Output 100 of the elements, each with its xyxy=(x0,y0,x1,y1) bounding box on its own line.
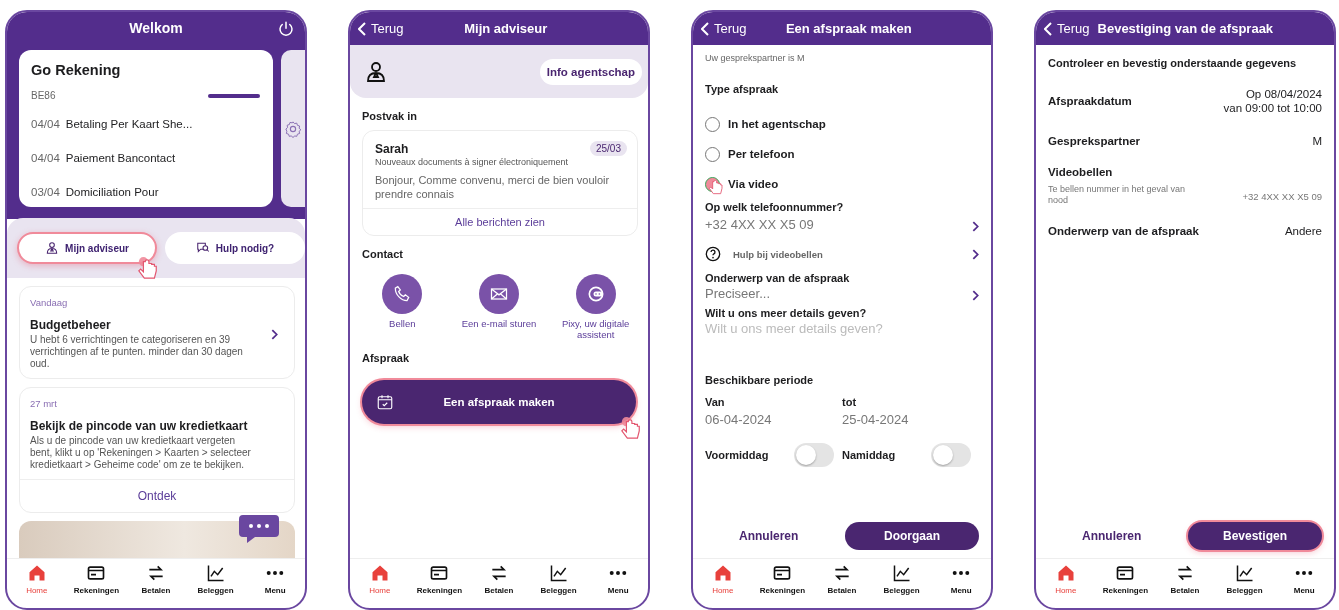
toggle-switch[interactable] xyxy=(794,443,834,467)
cancel-button[interactable]: Annuleren xyxy=(735,525,803,547)
transfer-arrows-icon xyxy=(832,563,852,583)
all-messages-link[interactable]: Alle berichten zien xyxy=(363,207,637,235)
contact-label: Een e-mail sturen xyxy=(461,317,537,329)
tab-bar-item[interactable]: Rekeningen xyxy=(66,563,127,608)
transaction-description: Betaling Per Kaart She... xyxy=(65,118,193,130)
tab-bar-item[interactable]: Rekeningen xyxy=(1095,563,1156,608)
detail-label: Gesprekspartner xyxy=(1048,134,1141,147)
robot-face-icon xyxy=(575,273,616,314)
tab-bar-item[interactable]: Beleggen xyxy=(871,563,932,608)
detail-value: Andere xyxy=(1284,223,1322,239)
contact-label: Bellen xyxy=(389,317,416,329)
radio-option[interactable]: In het agentschap xyxy=(705,111,979,137)
details-field[interactable]: Wilt u ons meer details geven? xyxy=(705,321,935,336)
card-icon xyxy=(1115,563,1136,583)
tab-bar-item[interactable]: Home xyxy=(1036,563,1096,608)
tab-bar-item[interactable]: Betalen xyxy=(469,563,529,608)
transfer-arrows-icon xyxy=(489,563,509,583)
field-label: Onderwerp van de afspraak xyxy=(705,272,851,284)
confirm-button[interactable]: Bevestigen xyxy=(1188,522,1322,550)
chat-bubble-icon xyxy=(239,513,279,543)
toggle-label: Voormiddag xyxy=(705,449,769,461)
tab-bar-item[interactable]: Beleggen xyxy=(1214,563,1275,608)
account-card[interactable]: Go Rekening BE86 04/04 Betaling Per Kaart She... 04/04 Paiement Bancontact 03/04 Domiciliation Pour xyxy=(19,50,273,207)
radio-option[interactable]: Via video xyxy=(705,171,979,197)
message-sender: Sarah xyxy=(375,141,409,156)
date-field[interactable]: tot 25-04-2024 xyxy=(842,396,979,427)
subject-field[interactable]: Preciseer... xyxy=(705,286,935,301)
contact-action[interactable]: Pixy, uw digitale assistent xyxy=(550,273,641,341)
tab-bar-item[interactable]: Menu xyxy=(1274,563,1334,608)
detail-label: Onderwerp van de afspraak xyxy=(1048,224,1199,237)
notification-card[interactable]: 27 mrt Bekijk de pincode van uw kredietkaart Als u de pincode van uw kredietkaart vergeten bent, klikt u op 'Rekeningen > Kaarten > selecteer kredietkaart > Geheime code' om ze te bekijken. Ontdek xyxy=(19,387,295,513)
notification-card[interactable]: Vandaag Budgetbeheer U hebt 6 verrichtingen te categoriseren en 39 verrichtingen af te punten. minder dan 30 dagen oud. xyxy=(19,286,295,379)
section-heading: Postvak in xyxy=(362,110,419,122)
envelope-icon xyxy=(479,273,519,314)
discover-link[interactable]: Ontdek xyxy=(20,479,294,512)
person-icon xyxy=(364,59,388,84)
continue-button[interactable]: Doorgaan xyxy=(845,522,979,550)
detail-note: Te bellen nummer in het geval van nood xyxy=(1048,184,1187,206)
agency-info-button[interactable]: Info agentschap xyxy=(539,58,642,85)
contact-action[interactable]: Bellen xyxy=(357,273,448,341)
screen-title: Bevestiging van de afspraak xyxy=(1096,21,1275,36)
line-chart-icon xyxy=(205,563,226,583)
transaction-date: 03/04 xyxy=(31,186,60,198)
card-icon xyxy=(86,563,107,583)
tab-bar-item[interactable]: Beleggen xyxy=(185,563,246,608)
line-chart-icon xyxy=(548,563,569,583)
hand-pointer-icon xyxy=(708,177,724,197)
card-text: Als u de pincode van uw kredietkaart vergeten bent, klikt u op 'Rekeningen > Kaarten > selecteer kredietkaart > Geheime code' om ze te bekijken. xyxy=(30,435,252,471)
contact-label: Pixy, uw digitale assistent xyxy=(560,317,631,341)
detail-value: M xyxy=(1312,133,1322,149)
card-icon xyxy=(429,563,450,583)
card-icon xyxy=(772,563,793,583)
detail-value: +32 4XX XX X5 09 xyxy=(1242,191,1322,203)
video-help-link[interactable]: Hulp bij videobellen xyxy=(705,246,979,262)
partner-note: Uw gesprekspartner is M xyxy=(705,53,806,63)
cancel-button[interactable]: Annuleren xyxy=(1078,525,1146,547)
quick-action-button[interactable]: Hulp nodig? xyxy=(165,232,305,264)
back-button[interactable]: Terug xyxy=(350,21,404,36)
calendar-icon xyxy=(376,393,394,412)
section-heading: Type afspraak xyxy=(705,83,780,95)
back-button[interactable]: Terug xyxy=(693,21,747,36)
detail-value: Op 08/04/2024 van 09:00 tot 10:00 xyxy=(1223,87,1322,116)
card-text: U hebt 6 verrichtingen te categoriseren en 39 verrichtingen af te punten. minder dan 30 dagen oud. xyxy=(30,334,244,370)
tab-bar-item[interactable]: Home xyxy=(350,563,410,608)
toggle-switch[interactable] xyxy=(931,443,971,467)
tab-bar-item[interactable]: Beleggen xyxy=(528,563,589,608)
radio-option[interactable]: Per telefoon xyxy=(705,141,979,167)
card-date: 27 mrt xyxy=(30,398,58,409)
tab-bar-item[interactable]: Betalen xyxy=(1155,563,1215,608)
side-card[interactable] xyxy=(281,50,305,207)
power-icon[interactable] xyxy=(277,20,295,38)
transaction-description: Domiciliation Pour xyxy=(65,186,159,198)
back-button[interactable]: Terug xyxy=(1036,21,1090,36)
chevron-left-icon xyxy=(701,21,709,36)
message-card[interactable]: Sarah 25/03 Nouveaux documents à signer électroniquement Bonjour, Comme convenu, merci de bien vouloir prendre connais Alle berichten zien xyxy=(362,130,638,236)
more-dots-icon xyxy=(266,570,285,576)
phone-number-field[interactable]: Op welk telefoonnummer? +32 4XX XX X5 09 xyxy=(705,201,979,232)
message-date: 25/03 xyxy=(589,141,627,156)
account-title: Go Rekening xyxy=(31,62,122,78)
date-field[interactable]: Van 06-04-2024 xyxy=(705,396,842,427)
tab-bar-item[interactable]: Menu xyxy=(588,563,648,608)
toggle-label: Namiddag xyxy=(842,449,896,461)
tab-bar-item[interactable]: Home xyxy=(7,563,67,608)
detail-label: Afspraakdatum xyxy=(1048,95,1132,108)
tab-bar-item[interactable]: Rekeningen xyxy=(409,563,470,608)
tab-bar-item[interactable]: Menu xyxy=(931,563,991,608)
transfer-arrows-icon xyxy=(1175,563,1195,583)
screen-title: Welkom xyxy=(129,20,183,36)
transaction-date: 04/04 xyxy=(31,152,60,164)
phone-icon xyxy=(382,273,423,314)
tab-bar-item[interactable]: Betalen xyxy=(126,563,186,608)
contact-action[interactable]: Een e-mail sturen xyxy=(454,273,544,341)
tab-bar-item[interactable]: Home xyxy=(693,563,753,608)
tab-bar-item[interactable]: Betalen xyxy=(812,563,872,608)
tab-bar-item[interactable]: Menu xyxy=(245,563,305,608)
transaction-date: 04/04 xyxy=(31,118,60,130)
tab-bar-item[interactable]: Rekeningen xyxy=(752,563,813,608)
masked-balance-bar xyxy=(208,93,260,98)
